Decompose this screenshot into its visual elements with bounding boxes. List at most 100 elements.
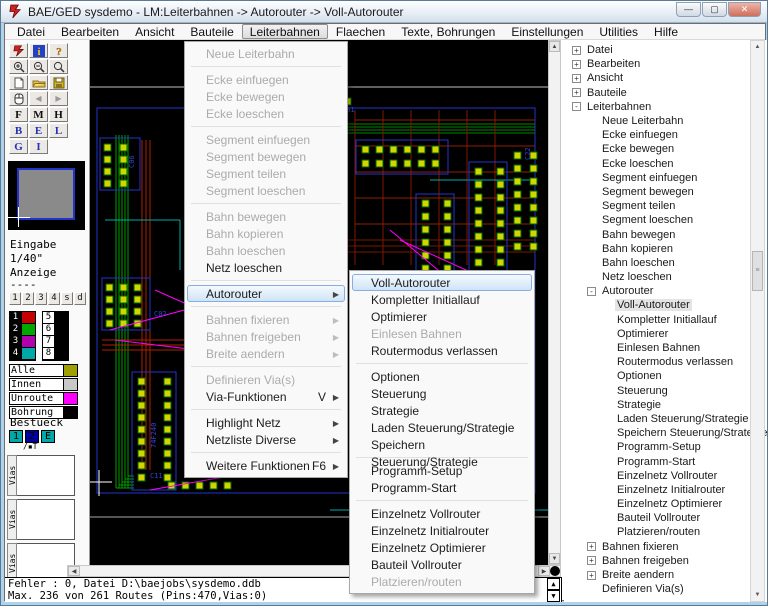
tree-node-autorouter[interactable]: -Autorouter (564, 284, 750, 298)
palette-swatch[interactable] (55, 348, 68, 359)
scroll-up-icon[interactable]: ▲ (549, 41, 560, 52)
tree-node-kompletter-initiallauf[interactable]: Kompletter Initiallauf (564, 313, 750, 327)
board-overview-preview[interactable] (8, 161, 85, 230)
tool-help-icon[interactable]: ? (49, 43, 68, 58)
title-bar[interactable]: BAE/GED sysdemo - LM:Leiterbahnen -> Aut… (1, 1, 767, 23)
submenu-item-steuerung[interactable]: Steuerung (352, 385, 532, 402)
submenu-item-speichern-steuerung-strategie[interactable]: Speichern Steuerung/Strategie (352, 436, 532, 453)
status-scroll-up-icon[interactable]: ▲ (547, 578, 560, 590)
tool-file-open-icon[interactable] (29, 75, 48, 90)
tree-node-einzelnetz-optimierer[interactable]: Einzelnetz Optimierer (564, 497, 750, 511)
tree-node-segment-einfuegen[interactable]: Segment einfuegen (564, 171, 750, 185)
menu-einstellungen[interactable]: Einstellungen (503, 24, 591, 39)
tree-node-einzelnetz-initialrouter[interactable]: Einzelnetz Initialrouter (564, 483, 750, 497)
tool-e-button[interactable]: E (29, 123, 48, 138)
submenu-item-voll-autorouter[interactable]: Voll-Autorouter (352, 274, 532, 291)
minimize-button[interactable]: — (676, 2, 701, 17)
menu-item-netz-loeschen[interactable]: Netz loeschen (187, 259, 345, 276)
collapse-icon[interactable]: - (587, 287, 596, 296)
layer-color-swatch[interactable] (64, 378, 78, 391)
tree-node-definieren-via-s[interactable]: Definieren Via(s) (564, 582, 750, 596)
palette-row-3[interactable]: 3 (10, 336, 35, 347)
tool-nav-prev-icon[interactable]: ◀ (29, 91, 48, 106)
palette-row-2[interactable]: 2 (10, 324, 35, 335)
tool-zoom-in-icon[interactable] (9, 59, 28, 74)
menu-item-ecke-bewegen[interactable]: Ecke bewegen (187, 88, 345, 105)
tool-g-button[interactable]: G (9, 139, 28, 154)
layer-innen[interactable]: Innen (9, 378, 78, 391)
expand-icon[interactable]: + (587, 542, 596, 551)
scroll-right-icon[interactable]: ▶ (538, 566, 550, 576)
submenu-item-programm-start[interactable]: Programm-Start (352, 479, 532, 496)
tree-node-bearbeiten[interactable]: +Bearbeiten (564, 57, 750, 71)
palette-row-8[interactable]: 8 (43, 348, 68, 359)
grid-button-4[interactable]: 4 (48, 292, 60, 305)
tool-file-save-icon[interactable] (49, 75, 68, 90)
submenu-item-laden-steuerung-strategie[interactable]: Laden Steuerung/Strategie (352, 419, 532, 436)
tree-node-bahn-bewegen[interactable]: Bahn bewegen (564, 227, 750, 241)
expand-icon[interactable]: + (587, 556, 596, 565)
menu-item-bahn-kopieren[interactable]: Bahn kopieren (187, 225, 345, 242)
tree-node-bahnen-freigeben[interactable]: +Bahnen freigeben (564, 554, 750, 568)
tree-node-bahn-kopieren[interactable]: Bahn kopieren (564, 242, 750, 256)
status-scroll-down-icon[interactable]: ▼ (547, 590, 560, 602)
menu-item-bahnen-freigeben[interactable]: Bahnen freigeben▶ (187, 328, 345, 345)
tree-node-platzieren-routen[interactable]: Platzieren/routen (564, 525, 750, 539)
submenu-item-strategie[interactable]: Strategie (352, 402, 532, 419)
tree-node-ansicht[interactable]: +Ansicht (564, 71, 750, 85)
tree-node-routermodus-verlassen[interactable]: Routermodus verlassen (564, 355, 750, 369)
tree-node-neue-leiterbahn[interactable]: Neue Leiterbahn (564, 114, 750, 128)
menu-datei[interactable]: Datei (9, 24, 53, 39)
tree-node-strategie[interactable]: Strategie (564, 398, 750, 412)
tree-node-segment-bewegen[interactable]: Segment bewegen (564, 185, 750, 199)
tool-zoom-box-icon[interactable] (49, 59, 68, 74)
palette-swatch[interactable] (22, 312, 35, 323)
menu-item-ecke-einfuegen[interactable]: Ecke einfuegen (187, 71, 345, 88)
via-box-1[interactable]: Vias (7, 455, 75, 496)
bestueck-button-1[interactable]: 1 (9, 430, 23, 443)
tree-scroll-down-icon[interactable]: ▼ (752, 589, 763, 601)
tree-node-netz-loeschen[interactable]: Netz loeschen (564, 270, 750, 284)
palette-swatch[interactable] (22, 324, 35, 335)
submenu-item-platzieren-routen[interactable]: Platzieren/routen (352, 573, 532, 590)
menu-texte-bohrungen[interactable]: Texte, Bohrungen (393, 24, 503, 39)
tool-nav-next-icon[interactable]: ▶ (49, 91, 68, 106)
palette-row-6[interactable]: 6 (43, 324, 68, 335)
expand-icon[interactable]: + (572, 88, 581, 97)
layer-alle[interactable]: Alle (9, 364, 78, 377)
grid-button-2[interactable]: 2 (22, 292, 34, 305)
palette-swatch[interactable] (22, 336, 35, 347)
tree-node-programm-start[interactable]: Programm-Start (564, 454, 750, 468)
tool-file-new-icon[interactable] (9, 75, 28, 90)
scroll-down-icon[interactable]: ▼ (549, 553, 560, 564)
scroll-left-icon[interactable]: ◀ (68, 566, 80, 576)
tree-node-programm-setup[interactable]: Programm-Setup (564, 440, 750, 454)
tool-f-button[interactable]: F (9, 107, 28, 122)
menu-bauteile[interactable]: Bauteile (182, 24, 241, 39)
tree-node-optionen[interactable]: Optionen (564, 369, 750, 383)
layer-color-swatch[interactable] (64, 406, 78, 419)
tree-node-speichern-steuerung-strategie[interactable]: Speichern Steuerung/Strategie (564, 426, 750, 440)
palette-row-5[interactable]: 5 (43, 312, 68, 323)
tool-zoom-out-icon[interactable] (29, 59, 48, 74)
tool-bae-logo-icon[interactable] (9, 43, 28, 58)
palette-swatch[interactable] (22, 348, 35, 359)
palette-row-4[interactable]: 4 (10, 348, 35, 359)
tree-scroll-up-icon[interactable]: ▲ (752, 41, 763, 53)
close-button[interactable]: ✕ (728, 2, 761, 17)
menu-item-segment-bewegen[interactable]: Segment bewegen (187, 148, 345, 165)
submenu-item-optimierer[interactable]: Optimierer (352, 308, 532, 325)
tree-node-ecke-bewegen[interactable]: Ecke bewegen (564, 142, 750, 156)
menu-item-neue-leiterbahn[interactable]: Neue Leiterbahn (187, 45, 345, 62)
palette-row-7[interactable]: 7 (43, 336, 68, 347)
menu-leiterbahnen[interactable]: Leiterbahnen (242, 24, 328, 39)
menu-item-bahn-bewegen[interactable]: Bahn bewegen (187, 208, 345, 225)
menu-item-segment-loeschen[interactable]: Segment loeschen (187, 182, 345, 199)
scrollbar-knob[interactable] (550, 566, 560, 576)
submenu-item-einzelnetz-vollrouter[interactable]: Einzelnetz Vollrouter (352, 505, 532, 522)
tool-h-button[interactable]: H (49, 107, 68, 122)
tree-node-leiterbahnen[interactable]: -Leiterbahnen (564, 100, 750, 114)
expand-icon[interactable]: + (587, 571, 596, 580)
tool-b-button[interactable]: B (9, 123, 28, 138)
tree-node-bauteil-vollrouter[interactable]: Bauteil Vollrouter (564, 511, 750, 525)
